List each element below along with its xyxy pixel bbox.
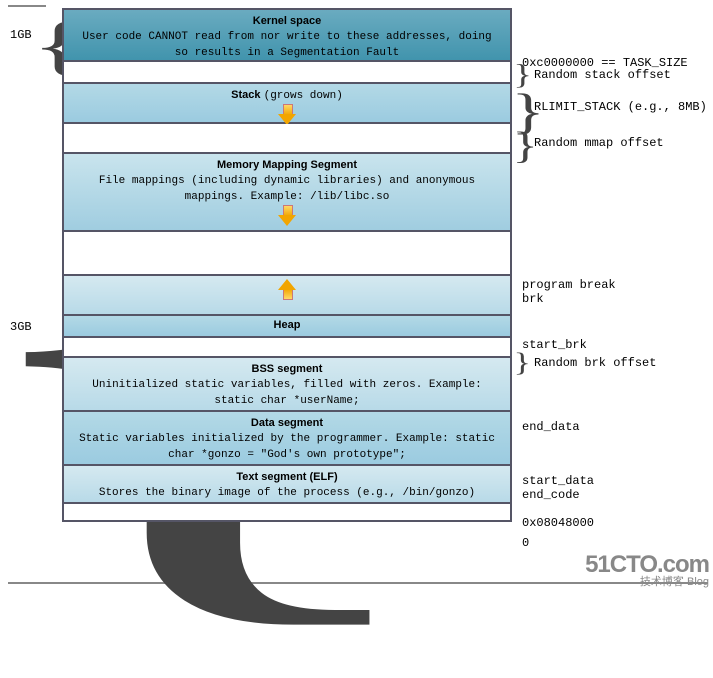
label-rand-stack: Random stack offset <box>534 68 671 82</box>
mmap-segment: Memory Mapping Segment File mappings (in… <box>62 154 512 232</box>
heap-grow-segment <box>62 276 512 316</box>
memory-layout-diagram: Kernel space User code CANNOT read from … <box>62 8 512 522</box>
label-start-brk: start_brk <box>522 338 587 352</box>
watermark-big: 51CTO.com <box>585 553 709 577</box>
heap-title: Heap <box>274 319 301 331</box>
label-rand-mmap: Random mmap offset <box>534 136 664 150</box>
label-zero: 0 <box>522 536 529 550</box>
brace-brk-offset: } <box>514 348 531 378</box>
gap-brk-offset <box>62 338 512 358</box>
bss-segment: BSS segment Uninitialized static variabl… <box>62 358 512 412</box>
label-start-data: start_data <box>522 474 594 488</box>
gap-heap-grow <box>62 232 512 276</box>
gap-bottom <box>62 504 512 522</box>
text-title: Text segment (ELF) <box>236 471 337 483</box>
text-desc: Stores the binary image of the process (… <box>99 487 475 499</box>
kernel-desc: User code CANNOT read from nor write to … <box>82 31 491 59</box>
arrow-up-icon <box>280 280 294 300</box>
label-brk: brk <box>522 292 544 306</box>
text-segment: Text segment (ELF) Stores the binary ima… <box>62 466 512 504</box>
label-rlimit: RLIMIT_STACK (e.g., 8MB) <box>534 100 707 114</box>
arrow-down-icon <box>280 205 294 225</box>
stack-segment: Stack (grows down) <box>62 84 512 124</box>
kernel-segment: Kernel space User code CANNOT read from … <box>62 10 512 62</box>
label-end-code: end_code <box>522 488 580 502</box>
watermark-small: 技术博客 Blog <box>585 577 709 588</box>
watermark: 51CTO.com 技术博客 Blog <box>585 553 709 588</box>
mmap-desc: File mappings (including dynamic librari… <box>99 175 475 203</box>
gap-mmap-offset <box>62 124 512 154</box>
heap-segment: Heap <box>62 316 512 338</box>
stack-note: (grows down) <box>264 90 343 102</box>
gap-stack-offset <box>62 62 512 84</box>
mmap-title: Memory Mapping Segment <box>217 159 357 171</box>
kernel-title: Kernel space <box>253 15 321 27</box>
data-desc: Static variables initialized by the prog… <box>79 433 495 461</box>
label-rand-brk: Random brk offset <box>534 356 656 370</box>
data-segment: Data segment Static variables initialize… <box>62 412 512 466</box>
arrow-down-icon <box>280 104 294 124</box>
bss-title: BSS segment <box>252 363 323 375</box>
label-end-data: end_data <box>522 420 580 434</box>
label-text-addr: 0x08048000 <box>522 516 594 530</box>
label-prog-break: program break <box>522 278 616 292</box>
data-title: Data segment <box>251 417 323 429</box>
bss-desc: Uninitialized static variables, filled w… <box>92 379 481 407</box>
size-bottom: 3GB <box>10 320 32 334</box>
stack-title: Stack <box>231 89 260 101</box>
